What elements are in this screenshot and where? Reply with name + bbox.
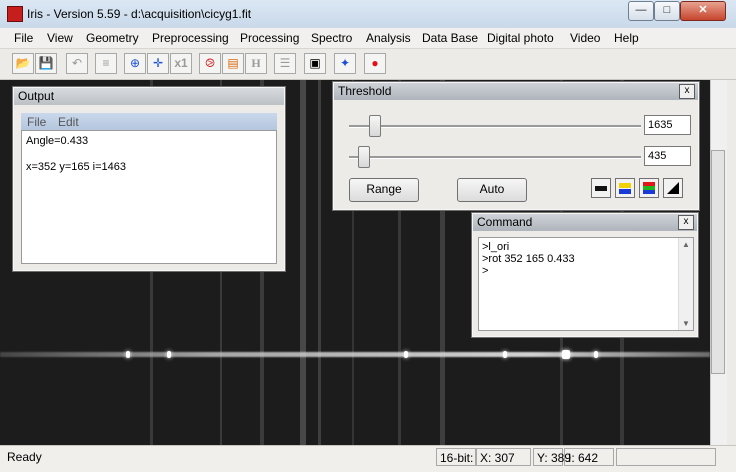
command-line: > — [482, 265, 489, 277]
command-line: >l_ori — [482, 241, 510, 253]
low-threshold-slider[interactable] — [357, 146, 370, 168]
x-coordinate-field: X: 307 — [476, 448, 531, 466]
low-threshold-input[interactable]: 435 — [644, 146, 691, 166]
command-scrollbar[interactable]: ▲ ▼ — [678, 238, 693, 330]
menu-digital-photo[interactable]: Digital photo — [487, 31, 554, 45]
save-icon[interactable]: 💾 — [35, 53, 57, 74]
spectrum-trace — [0, 352, 710, 357]
palette-yellow-blue-icon[interactable] — [615, 178, 635, 198]
menu-bar: File View Geometry Preprocessing Process… — [0, 28, 736, 49]
high-threshold-input[interactable]: 1635 — [644, 115, 691, 135]
command-line: >rot 352 165 0.433 — [482, 253, 575, 265]
menu-help[interactable]: Help — [614, 31, 639, 45]
threshold-title[interactable]: Threshold — [334, 83, 698, 100]
zoom-icon[interactable]: ⊕ — [124, 53, 146, 74]
y-coordinate-field: Y: 389 — [533, 448, 571, 466]
high-threshold-track — [349, 125, 641, 128]
main-scrollbar-thumb[interactable] — [711, 150, 725, 374]
header-icon[interactable]: H — [245, 53, 267, 74]
menu-spectro[interactable]: Spectro — [311, 31, 352, 45]
open-folder-icon[interactable]: 📂 — [12, 53, 34, 74]
command-close-button[interactable]: x — [678, 215, 694, 230]
palette-gray-icon[interactable] — [591, 178, 611, 198]
bitdepth-field: 16-bit: — [436, 448, 476, 466]
menu-analysis[interactable]: Analysis — [366, 31, 411, 45]
pan-icon[interactable]: ✛ — [147, 53, 169, 74]
output-line-coords: x=352 y=165 i=1463 — [26, 161, 127, 173]
adjust-icon[interactable]: ≡ — [95, 53, 117, 74]
output-title[interactable]: Output — [14, 88, 284, 105]
threshold-close-button[interactable]: x — [679, 84, 695, 99]
high-threshold-slider[interactable] — [369, 115, 382, 137]
close-button[interactable]: ✕ — [680, 1, 726, 21]
low-threshold-track — [349, 156, 641, 159]
menu-geometry[interactable]: Geometry — [86, 31, 139, 45]
stack-icon[interactable]: ▤ — [222, 53, 244, 74]
command-text-area[interactable]: >l_ori >rot 352 165 0.433 > ▲ ▼ — [478, 237, 694, 331]
camera-icon[interactable]: ▣ — [304, 53, 326, 74]
spectrum-streak — [318, 80, 321, 445]
range-button[interactable]: Range — [349, 178, 419, 202]
toolbar: 📂 💾 ↶ ≡ ⊕ ✛ x1 ⧁ ▤ H ☰ ▣ ✦ ● — [0, 49, 736, 80]
zoom-x1-button[interactable]: x1 — [170, 53, 192, 74]
output-menu-bar: File Edit — [21, 113, 277, 130]
star-icon[interactable]: ✦ — [334, 53, 356, 74]
window-title: Iris - Version 5.59 - d:\acquisition\cic… — [27, 7, 252, 21]
threshold-window: Threshold x 1635 435 Range Auto — [332, 81, 700, 211]
emission-spot — [126, 351, 130, 358]
scroll-up-icon[interactable]: ▲ — [679, 240, 693, 249]
auto-button[interactable]: Auto — [457, 178, 527, 202]
scroll-down-icon[interactable]: ▼ — [679, 319, 693, 328]
output-text-area[interactable]: Angle=0.433 x=352 y=165 i=1463 — [21, 130, 277, 264]
spiral-icon[interactable]: ⧁ — [199, 53, 221, 74]
output-menu-edit[interactable]: Edit — [58, 115, 79, 129]
status-bar: Ready 16-bit: X: 307 Y: 389 I: 642 — [0, 445, 736, 472]
maximize-button[interactable]: □ — [654, 1, 680, 21]
emission-spot — [594, 351, 598, 358]
spectrum-streak — [300, 80, 306, 445]
emission-spot — [167, 351, 171, 358]
list-icon[interactable]: ☰ — [274, 53, 296, 74]
palette-ramp-icon[interactable] — [663, 178, 683, 198]
app-icon — [7, 6, 23, 22]
emission-spot — [562, 350, 570, 359]
record-icon[interactable]: ● — [364, 53, 386, 74]
emission-spot — [404, 351, 408, 358]
output-window: Output File Edit Angle=0.433 x=352 y=165… — [12, 86, 286, 272]
menu-database[interactable]: Data Base — [422, 31, 478, 45]
palette-color-icon[interactable] — [639, 178, 659, 198]
menu-view[interactable]: View — [47, 31, 73, 45]
status-extra-field — [616, 448, 716, 466]
menu-video[interactable]: Video — [570, 31, 600, 45]
menu-processing[interactable]: Processing — [240, 31, 299, 45]
emission-spot — [503, 351, 507, 358]
command-title[interactable]: Command — [473, 214, 697, 231]
menu-file[interactable]: File — [14, 31, 33, 45]
undo-icon[interactable]: ↶ — [66, 53, 88, 74]
minimize-button[interactable]: — — [628, 1, 654, 21]
status-text: Ready — [7, 450, 42, 464]
intensity-field: I: 642 — [564, 448, 614, 466]
output-line-angle: Angle=0.433 — [26, 135, 89, 147]
command-window: Command x >l_ori >rot 352 165 0.433 > ▲ … — [471, 212, 699, 338]
menu-preprocessing[interactable]: Preprocessing — [152, 31, 229, 45]
output-menu-file[interactable]: File — [27, 115, 46, 129]
